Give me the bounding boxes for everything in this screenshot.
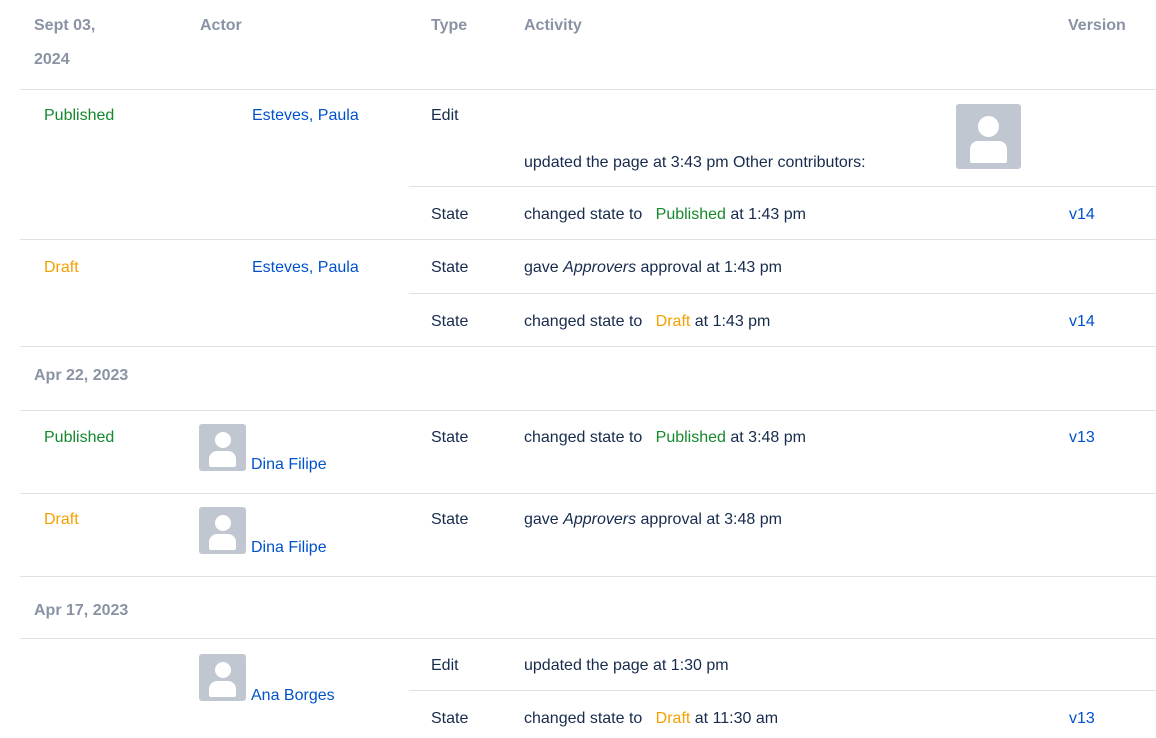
activity-text: changed state to Draft at 1:43 pm bbox=[524, 312, 770, 332]
divider bbox=[20, 576, 1156, 577]
actor-avatar[interactable] bbox=[199, 507, 246, 554]
actor-link[interactable]: Dina Filipe bbox=[251, 455, 327, 475]
activity-prefix: gave bbox=[524, 259, 559, 276]
activity-prefix: changed state to bbox=[524, 206, 643, 223]
divider bbox=[20, 239, 1156, 240]
header-date-line1: Sept 03, bbox=[34, 17, 96, 34]
version-link[interactable]: v14 bbox=[1069, 205, 1095, 225]
activity-type: State bbox=[431, 710, 469, 727]
header-version: Version bbox=[1068, 17, 1126, 34]
actor-link[interactable]: Ana Borges bbox=[251, 686, 335, 706]
header-actor: Actor bbox=[200, 17, 242, 34]
group-date: Apr 22, 2023 bbox=[34, 367, 129, 384]
activity-suffix: at 11:30 am bbox=[694, 710, 779, 727]
state-label-published: Published bbox=[655, 206, 726, 223]
state-label-published: Published bbox=[44, 107, 115, 124]
avatar-body-icon bbox=[209, 534, 236, 550]
activity-text: changed state to Published at 3:48 pm bbox=[524, 428, 806, 448]
state-label-published: Published bbox=[655, 429, 726, 446]
activity-text: changed state to Published at 1:43 pm bbox=[524, 205, 806, 225]
activity-suffix: approval at 3:48 pm bbox=[640, 511, 782, 528]
state-label-draft: Draft bbox=[655, 313, 691, 330]
divider bbox=[20, 638, 1156, 639]
state-label-draft: Draft bbox=[44, 511, 79, 528]
activity-prefix: changed state to bbox=[524, 710, 643, 727]
actor-avatar[interactable] bbox=[199, 654, 246, 701]
activity-text: updated the page at 1:30 pm bbox=[524, 657, 729, 674]
activity-prefix: gave bbox=[524, 511, 559, 528]
avatar-body-icon bbox=[970, 141, 1007, 163]
state-label-published: Published bbox=[44, 429, 115, 446]
actor-link[interactable]: Esteves, Paula bbox=[252, 258, 359, 278]
divider bbox=[20, 493, 1156, 494]
activity-suffix: at 3:48 pm bbox=[730, 429, 806, 446]
divider bbox=[20, 346, 1156, 347]
activity-type: State bbox=[431, 429, 469, 446]
version-link[interactable]: v13 bbox=[1069, 428, 1095, 448]
approvers-group: Approvers bbox=[563, 511, 637, 528]
activity-text: changed state to Draft at 11:30 am bbox=[524, 709, 778, 729]
state-label-draft: Draft bbox=[44, 259, 79, 276]
activity-type: State bbox=[431, 313, 469, 330]
activity-type: State bbox=[431, 511, 469, 528]
avatar-body-icon bbox=[209, 451, 236, 467]
activity-text: updated the page at 3:43 pm Other contri… bbox=[524, 154, 866, 171]
header-activity: Activity bbox=[524, 17, 582, 34]
divider bbox=[20, 89, 1156, 90]
actor-avatar[interactable] bbox=[199, 424, 246, 471]
version-link[interactable]: v14 bbox=[1069, 312, 1095, 332]
activity-suffix: approval at 1:43 pm bbox=[640, 259, 782, 276]
actor-link[interactable]: Esteves, Paula bbox=[252, 106, 359, 126]
activity-type: State bbox=[431, 206, 469, 223]
avatar-head-icon bbox=[215, 515, 231, 531]
group-date: Apr 17, 2023 bbox=[34, 602, 129, 619]
activity-type: State bbox=[431, 259, 469, 276]
activity-type: Edit bbox=[431, 657, 459, 674]
contributor-avatar[interactable] bbox=[956, 104, 1021, 169]
state-label-draft: Draft bbox=[655, 710, 691, 727]
activity-suffix: at 1:43 pm bbox=[730, 206, 806, 223]
activity-prefix: changed state to bbox=[524, 313, 643, 330]
activity-prefix: changed state to bbox=[524, 429, 643, 446]
avatar-head-icon bbox=[978, 116, 999, 137]
divider bbox=[409, 690, 1156, 691]
activity-suffix: at 1:43 pm bbox=[694, 313, 771, 330]
activity-text: gave Approvers approval at 1:43 pm bbox=[524, 258, 782, 278]
divider bbox=[409, 293, 1156, 294]
avatar-head-icon bbox=[215, 432, 231, 448]
version-link[interactable]: v13 bbox=[1069, 709, 1095, 729]
divider bbox=[20, 410, 1156, 411]
header-date-line2: 2024 bbox=[34, 51, 70, 68]
activity-type: Edit bbox=[431, 107, 459, 124]
actor-link[interactable]: Dina Filipe bbox=[251, 538, 327, 558]
avatar-body-icon bbox=[209, 681, 236, 697]
approvers-group: Approvers bbox=[563, 259, 637, 276]
divider bbox=[409, 186, 1156, 187]
avatar-head-icon bbox=[215, 662, 231, 678]
activity-text: gave Approvers approval at 3:48 pm bbox=[524, 510, 782, 530]
header-type: Type bbox=[431, 17, 468, 34]
